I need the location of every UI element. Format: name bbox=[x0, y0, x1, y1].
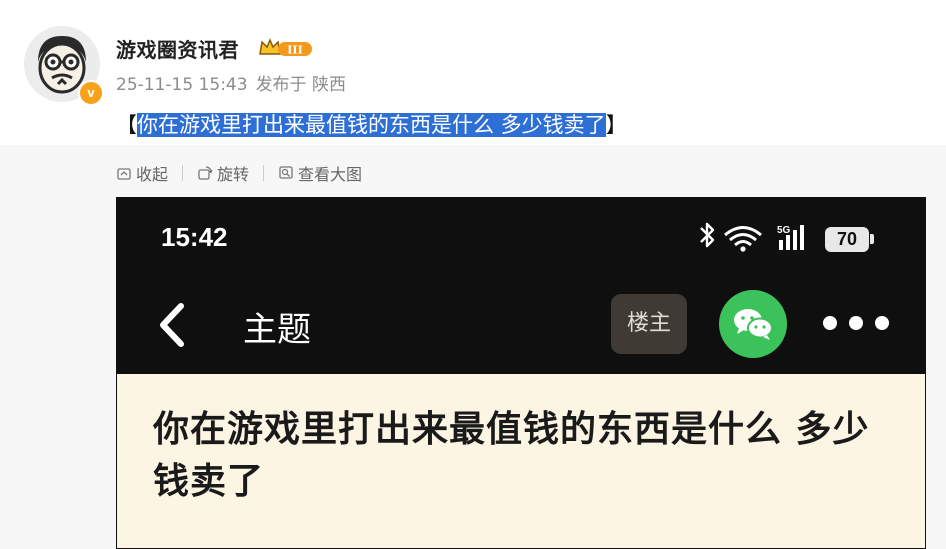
more-options-button[interactable] bbox=[823, 312, 889, 334]
wechat-icon bbox=[734, 309, 773, 340]
wifi-icon bbox=[724, 226, 762, 252]
more-dot-icon bbox=[823, 316, 837, 330]
nav-title: 主题 bbox=[243, 310, 311, 350]
post-image[interactable]: 15:42 5G 70 主题 楼主 你在游戏里打出来最值钱的东西是什么 多少钱卖… bbox=[116, 197, 926, 549]
signal-icon: 5G bbox=[777, 225, 804, 250]
owner-only-button[interactable]: 楼主 bbox=[611, 294, 687, 354]
more-dot-icon bbox=[849, 316, 863, 330]
vip-level-text: III bbox=[287, 44, 302, 57]
rotate-button[interactable]: 旋转 bbox=[197, 161, 249, 185]
vip-crown-badge-icon[interactable]: III bbox=[258, 37, 314, 59]
battery-tip bbox=[870, 234, 874, 244]
post-text: 【你在游戏里打出来最值钱的东西是什么 多少钱卖了】 bbox=[116, 110, 627, 140]
bracket-close: 】 bbox=[605, 113, 627, 137]
collapse-button[interactable]: 收起 bbox=[116, 161, 168, 185]
thread-title: 你在游戏里打出来最值钱的东西是什么 多少钱卖了 bbox=[153, 409, 870, 502]
rotate-icon bbox=[198, 166, 213, 180]
bracket-open: 【 bbox=[116, 113, 137, 137]
post-location: 发布于 陕西 bbox=[255, 75, 346, 95]
thread-content-area: 你在游戏里打出来最值钱的东西是什么 多少钱卖了 bbox=[117, 374, 925, 548]
view-large-button[interactable]: 查看大图 bbox=[278, 161, 362, 185]
battery-indicator: 70 bbox=[825, 227, 869, 252]
wechat-share-button[interactable] bbox=[719, 290, 787, 358]
image-toolbar: 收起 旋转 查看大图 bbox=[116, 160, 362, 186]
collapse-label: 收起 bbox=[136, 165, 169, 184]
status-time: 15:42 bbox=[161, 222, 228, 252]
network-type-text: 5G bbox=[777, 225, 791, 236]
selected-title-text[interactable]: 你在游戏里打出来最值钱的东西是什么 多少钱卖了 bbox=[137, 113, 606, 137]
view-large-label: 查看大图 bbox=[298, 165, 363, 184]
image-magnify-icon bbox=[279, 166, 293, 179]
toolbar-divider bbox=[263, 165, 265, 181]
post-meta: 25-11-15 15:43 发布于 陕西 bbox=[116, 70, 354, 95]
back-chevron-icon[interactable] bbox=[157, 302, 187, 348]
verified-badge: v bbox=[78, 80, 104, 106]
toolbar-divider bbox=[182, 165, 184, 181]
collapse-icon bbox=[117, 168, 131, 180]
rotate-label: 旋转 bbox=[217, 165, 250, 184]
post-date: 25-11-15 15:43 bbox=[116, 75, 248, 95]
bluetooth-icon bbox=[700, 222, 715, 248]
author-name[interactable]: 游戏圈资讯君 bbox=[116, 34, 239, 63]
verified-mark-text: v bbox=[87, 85, 95, 100]
more-dot-icon bbox=[875, 316, 889, 330]
